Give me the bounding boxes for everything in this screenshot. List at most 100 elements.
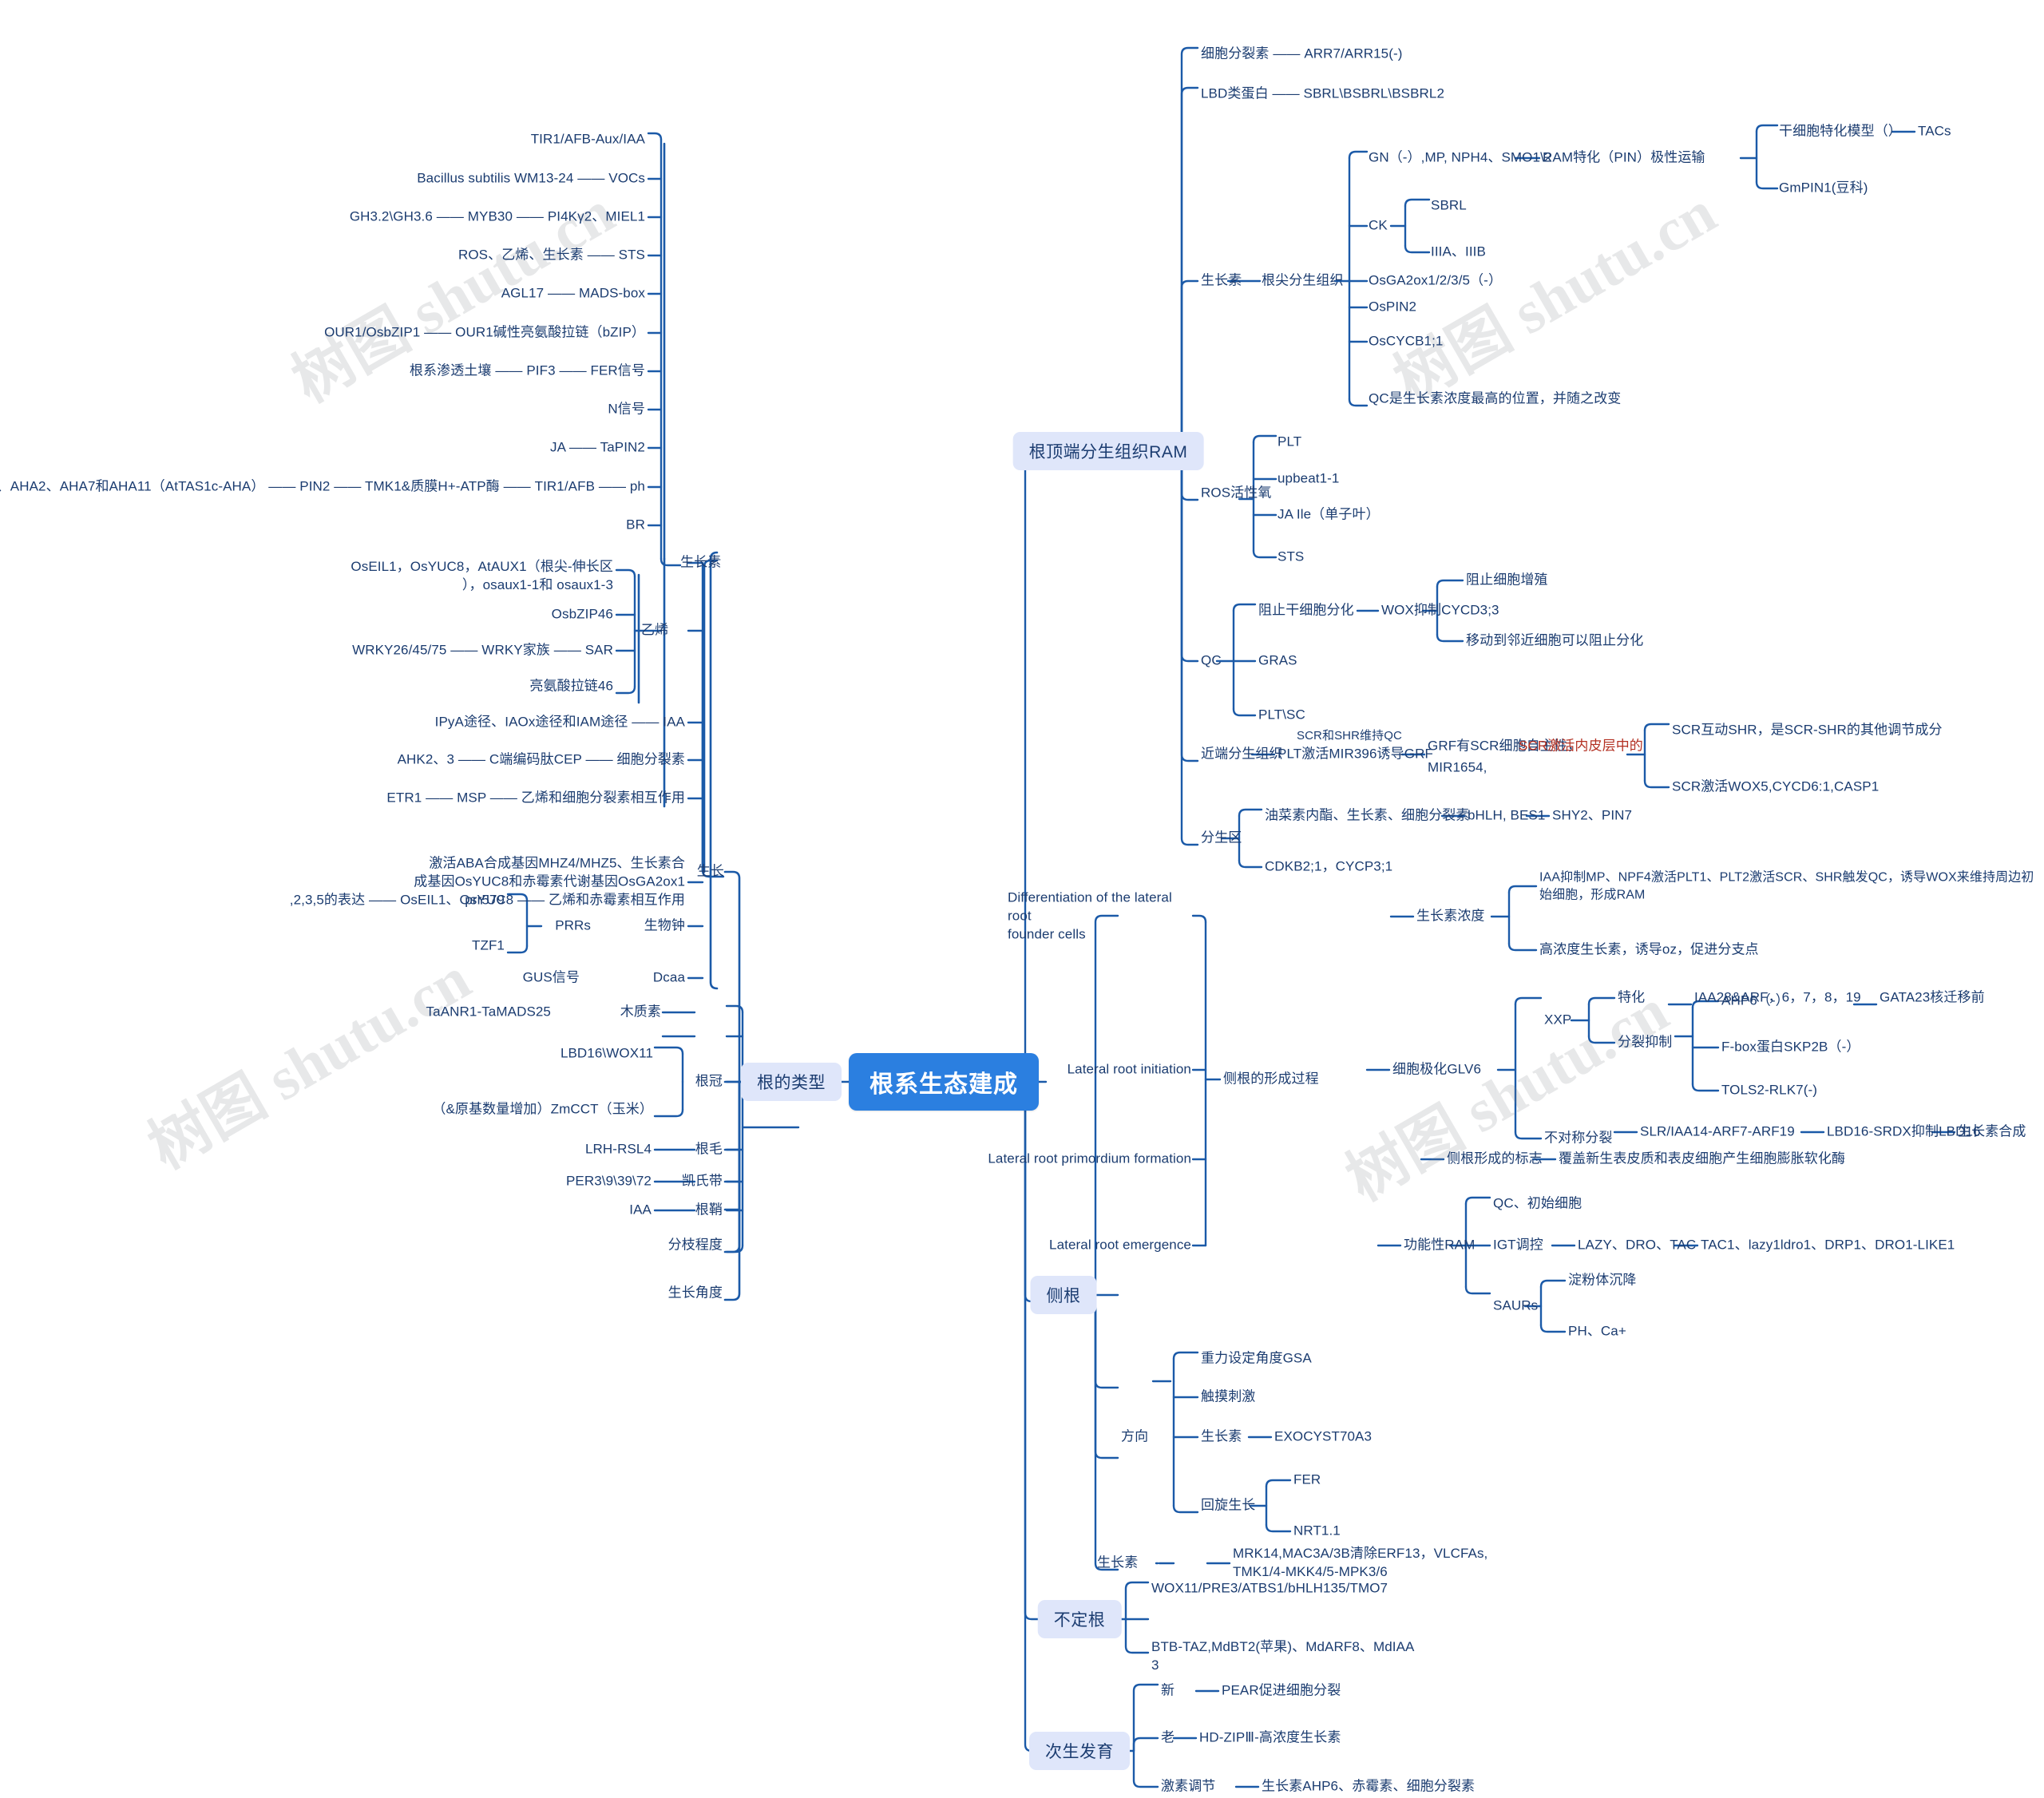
prr-item[interactable]: prr579	[465, 892, 505, 910]
auxin-item[interactable]: N信号	[608, 401, 645, 419]
secondary-row-value[interactable]: HD-ZIPⅢ-高浓度生长素	[1199, 1729, 1341, 1748]
ethylene-item[interactable]: OsEIL1，OsYUC8，AtAUX1（根尖-伸长区 ），osaux1-1和 …	[310, 558, 613, 595]
ros-child[interactable]: upbeat1-1	[1278, 470, 1339, 489]
direction-child[interactable]: 重力设定角度GSA	[1201, 1350, 1312, 1368]
division-child[interactable]: AHP6（-）	[1721, 992, 1789, 1011]
growth-item-dcaa[interactable]: Dcaa	[653, 969, 685, 988]
lateral-auxin-conc[interactable]: 生长素浓度	[1416, 908, 1485, 926]
ethylene-item[interactable]: WRKY26/45/75 —— WRKY家族 —— SAR	[352, 642, 613, 660]
wox-child[interactable]: 移动到邻近细胞可以阻止分化	[1466, 632, 1643, 651]
wox-node[interactable]: WOX抑制CYCD3;3	[1381, 602, 1499, 620]
branch-node-ram[interactable]: 根顶端分生组织RAM	[1012, 432, 1204, 470]
ram-proximal[interactable]: 近端分生组织	[1201, 746, 1283, 764]
ros-child[interactable]: JA Ile（单子叶）	[1278, 506, 1380, 525]
ram-ros[interactable]: ROS活性氧	[1201, 485, 1271, 503]
branch-node-lateral-root[interactable]: 侧根	[1030, 1276, 1097, 1314]
direction-child[interactable]: 回旋生长	[1201, 1497, 1255, 1515]
ram-qc[interactable]: QC	[1201, 652, 1222, 671]
igt-label[interactable]: IGT调控	[1493, 1237, 1543, 1255]
ros-child[interactable]: STS	[1278, 549, 1304, 567]
lateral-stage[interactable]: Lateral root primordium formation	[988, 1150, 1191, 1169]
secondary-row-label[interactable]: 老	[1161, 1729, 1175, 1748]
root-type-casparian[interactable]: 凯氏带	[682, 1173, 723, 1191]
igt-chain2[interactable]: TAC1、lazy1ldro1、DRP1、DRO1-LIKE1	[1701, 1237, 1955, 1255]
growth-item[interactable]: AHK2、3 —— C端编码肽CEP —— 细胞分裂素	[398, 751, 685, 770]
auxin-item[interactable]: Bacillus subtilis WM13-24 —— VOCs	[417, 170, 645, 188]
branch-node-adventitious-root[interactable]: 不定根	[1037, 1600, 1122, 1638]
lateral-stage[interactable]: Lateral root initiation	[1068, 1061, 1191, 1079]
root-node[interactable]: 根系生态建成	[849, 1053, 1039, 1111]
direction-child[interactable]: 生长素	[1201, 1428, 1242, 1447]
adventitious-item[interactable]: WOX11/PRE3/ATBS1/bHLH135/TMO7	[1151, 1580, 1388, 1598]
casparian-chain[interactable]: PER3\9\39\72	[566, 1173, 652, 1191]
growth-item-prrs[interactable]: PRRs	[555, 917, 591, 936]
ros-child[interactable]: PLT	[1278, 434, 1301, 452]
apical-child[interactable]: GN（-）,MP, NPH4、SMO1\2	[1369, 149, 1551, 168]
secondary-row-value[interactable]: 生长素AHP6、赤霉素、细胞分裂素	[1262, 1778, 1475, 1796]
meristem-child-cdkb[interactable]: CDKB2;1，CYCP3;1	[1265, 858, 1392, 877]
auxin-item[interactable]: 根系渗透土壤 —— PIF3 —— FER信号	[410, 362, 645, 381]
ram-polar-transport[interactable]: RAM特化（PIN）极性运输	[1543, 149, 1705, 168]
secondary-row-label[interactable]: 新	[1161, 1682, 1175, 1701]
lateral-auxin-label[interactable]: 生长素	[1097, 1554, 1138, 1573]
left-node-growth[interactable]: 生长	[697, 863, 724, 881]
root-crown-item[interactable]: （&原基数量增加）ZmCCT（玉米）	[432, 1101, 653, 1119]
wox-child[interactable]: 阻止细胞增殖	[1466, 572, 1548, 590]
root-crown-item[interactable]: LBD16\WOX11	[561, 1045, 653, 1063]
lateral-stage[interactable]: Lateral root emergence	[1049, 1237, 1191, 1255]
apical-child-ck[interactable]: CK	[1369, 217, 1388, 236]
primordium-sign[interactable]: 侧根形成的标志	[1447, 1150, 1543, 1169]
auxin-item[interactable]: ROS、乙烯、生长素 —— STS	[458, 247, 645, 265]
growth-item[interactable]: IPyA途径、IAOx途径和IAM途径 —— IAA	[435, 714, 685, 732]
root-type-branching[interactable]: 分枝程度	[668, 1237, 723, 1255]
proximal-chain2-b[interactable]: SCR激活内皮层中的	[1519, 738, 1643, 756]
root-type-xylem-chain[interactable]: TaANR1-TaMADS25	[426, 1004, 551, 1022]
qc-child[interactable]: 阻止干细胞分化	[1258, 602, 1354, 620]
root-type-hair[interactable]: 根毛	[695, 1141, 723, 1159]
ram-item[interactable]: LBD类蛋白 —— SBRL\BSBRL\BSBRL2	[1201, 85, 1444, 104]
asym-chain1[interactable]: SLR/IAA14-ARF7-ARF19	[1640, 1123, 1795, 1142]
proximal-child[interactable]: SCR激活WOX5,CYCD6:1,CASP1	[1672, 778, 1879, 797]
auxin-item[interactable]: BR	[626, 517, 645, 535]
saurs-child[interactable]: 淀粉体沉降	[1568, 1272, 1637, 1290]
meristem-child-bhlh[interactable]: bHLH, BES1	[1468, 807, 1545, 826]
auxin-item[interactable]: AGL17 —— MADS-box	[501, 285, 645, 303]
ram-polar-child[interactable]: GmPIN1(豆科)	[1779, 180, 1868, 198]
lateral-asymmetric[interactable]: 不对称分裂	[1544, 1130, 1613, 1148]
secondary-row-value[interactable]: PEAR促进细胞分裂	[1222, 1682, 1341, 1701]
auxin-conc-child[interactable]: IAA抑制MP、NPF4激活PLT1、PLT2激活SCR、SHR触发QC，诱导W…	[1539, 869, 2044, 903]
exocyst-node[interactable]: EXOCYST70A3	[1274, 1428, 1372, 1447]
lateral-specialization[interactable]: 特化	[1618, 989, 1645, 1008]
ram-item[interactable]: 细胞分裂素 —— ARR7/ARR15(-)	[1201, 46, 1403, 64]
lateral-auxin-chain[interactable]: MRK14,MAC3A/3B清除ERF13，VLCFAs, TMK1/4-MKK…	[1233, 1545, 1487, 1582]
division-child[interactable]: F-box蛋白SKP2B（-）	[1721, 1039, 1860, 1057]
root-type-angle[interactable]: 生长角度	[668, 1285, 723, 1303]
asym-chain3[interactable]: 生长素合成	[1958, 1123, 2026, 1142]
prr-item[interactable]: TZF1	[472, 937, 505, 956]
saurs-label[interactable]: SAURs	[1493, 1297, 1538, 1316]
lateral-functional-ram[interactable]: 功能性RAM	[1404, 1237, 1475, 1255]
lateral-stage[interactable]: Differentiation of the lateral root foun…	[1008, 889, 1191, 945]
qc-child[interactable]: PLT\SC	[1258, 707, 1305, 725]
left-node-ethylene[interactable]: 乙烯	[641, 622, 668, 640]
lateral-cell-polarization[interactable]: 细胞极化GLV6	[1392, 1061, 1481, 1079]
proximal-child[interactable]: SCR互动SHR，是SCR-SHR的其他调节成分	[1672, 722, 1943, 740]
lateral-division-inhibit[interactable]: 分裂抑制	[1618, 1034, 1672, 1052]
ram-auxin[interactable]: 生长素	[1201, 272, 1242, 291]
root-type-xylem[interactable]: 木质素	[620, 1004, 661, 1022]
ram-tacs[interactable]: TACs	[1918, 123, 1951, 141]
igt-chain1[interactable]: LAZY、DRO、TAC	[1578, 1237, 1696, 1255]
auxin-item[interactable]: JA —— TaPIN2	[550, 439, 645, 457]
ck-child[interactable]: IIIA、IIIB	[1431, 244, 1486, 262]
ram-meristem-zone[interactable]: 分生区	[1201, 830, 1242, 848]
auxin-item[interactable]: TIR1/AFB-Aux/IAA	[531, 131, 645, 149]
division-child[interactable]: TOLS2-RLK7(-)	[1721, 1082, 1817, 1100]
growth-item[interactable]: ETR1 —— MSP —— 乙烯和细胞分裂素相互作用	[386, 790, 685, 808]
lateral-formation-label[interactable]: 侧根的形成过程	[1223, 1071, 1319, 1089]
qc-initial[interactable]: QC、初始细胞	[1493, 1195, 1582, 1214]
ethylene-item[interactable]: 亮氨酸拉链46	[529, 678, 613, 696]
root-hair-chain[interactable]: LRH-RSL4	[585, 1141, 652, 1159]
ethylene-item[interactable]: OsbZIP46	[552, 606, 613, 624]
lateral-xxp[interactable]: XXP	[1544, 1012, 1571, 1030]
root-type-cap[interactable]: 根鞘	[695, 1202, 723, 1220]
